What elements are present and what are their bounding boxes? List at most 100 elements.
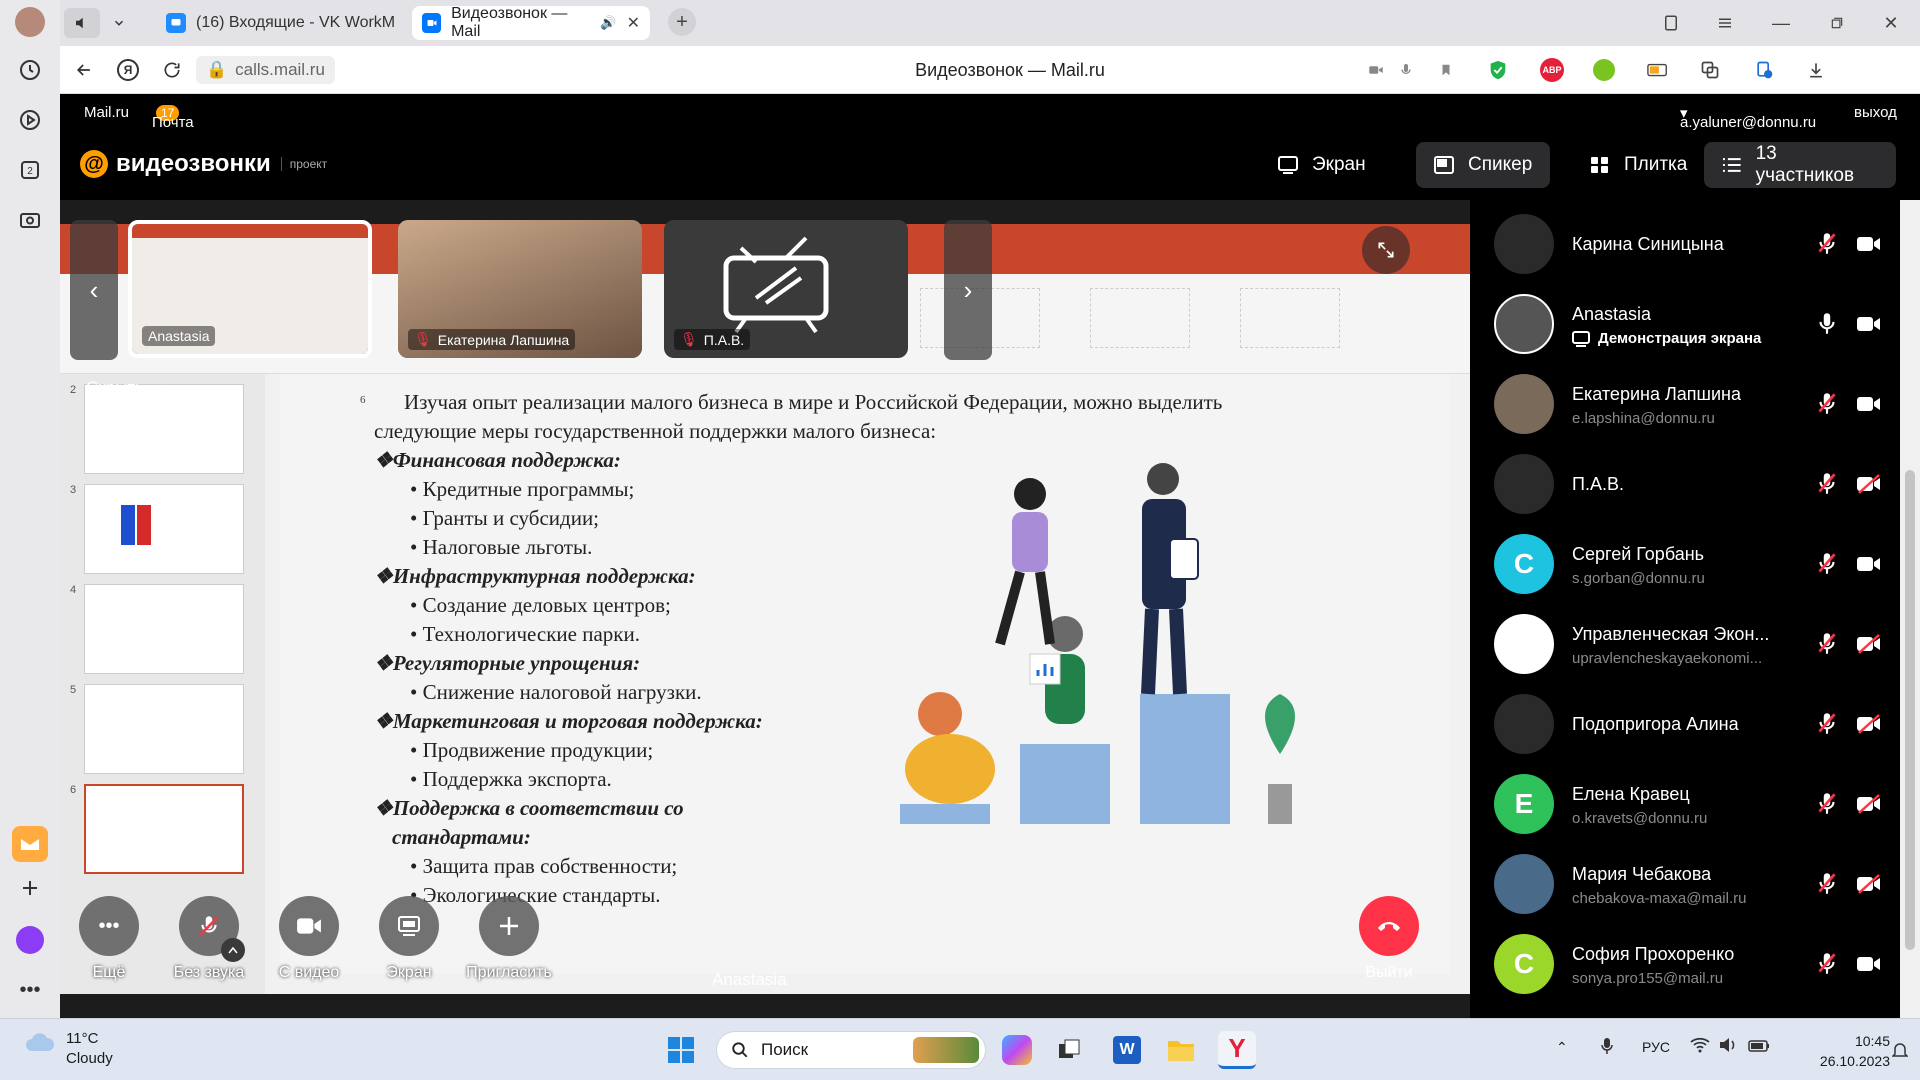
back-icon[interactable] — [70, 56, 98, 84]
tab-vk-workmail[interactable]: (16) Входящие - VK WorkM — [156, 6, 426, 40]
view-screen-button[interactable]: Экран — [1260, 142, 1384, 188]
camera-off-icon[interactable] — [1856, 472, 1882, 496]
camera-icon[interactable] — [1856, 952, 1882, 976]
mic-off-icon[interactable] — [1814, 390, 1840, 418]
yandex-browser-icon[interactable]: Y — [1218, 1031, 1256, 1069]
scrollbar-thumb[interactable] — [1905, 470, 1915, 950]
bookmark-icon[interactable] — [1434, 58, 1458, 82]
volume-icon[interactable] — [1718, 1037, 1738, 1056]
word-app-icon[interactable]: W — [1108, 1031, 1146, 1069]
reload-icon[interactable] — [158, 56, 186, 84]
history-icon[interactable] — [12, 52, 48, 88]
camera-icon[interactable] — [1856, 232, 1882, 256]
camera-off-icon[interactable] — [1856, 792, 1882, 816]
alice-icon[interactable] — [12, 922, 48, 958]
extension-icon[interactable] — [1590, 56, 1618, 84]
participant-row[interactable]: С Сергей Горбань s.gorban@donnu.ru — [1470, 524, 1890, 604]
participant-row[interactable]: Екатерина Лапшина e.lapshina@donnu.ru — [1470, 364, 1890, 444]
start-button[interactable] — [662, 1031, 700, 1069]
hide-strip-button[interactable]: Скрыть — [86, 378, 174, 398]
mail-link[interactable]: Почта 17 — [152, 104, 194, 131]
mic-icon[interactable] — [1814, 310, 1840, 338]
battery-icon[interactable] — [1748, 1039, 1770, 1055]
notifications-icon[interactable] — [1891, 1041, 1909, 1064]
bookmarks-icon[interactable] — [1658, 10, 1684, 36]
tab-videocall[interactable]: Видеозвонок — Mail 🔊 ✕ — [412, 5, 650, 40]
camera-off-icon[interactable] — [1856, 872, 1882, 896]
mic-off-icon[interactable] — [1814, 950, 1840, 978]
close-window-icon[interactable]: ✕ — [1878, 10, 1904, 36]
chevron-down-icon[interactable] — [104, 8, 134, 38]
camera-icon[interactable] — [1856, 312, 1882, 336]
microphone-tray-icon[interactable] — [1600, 1037, 1614, 1058]
download-status-icon[interactable] — [1750, 56, 1778, 84]
fullscreen-button[interactable] — [1362, 226, 1410, 274]
mic-off-icon[interactable] — [1814, 630, 1840, 658]
adblock-icon[interactable]: ABP — [1538, 56, 1566, 84]
task-view-icon[interactable] — [1050, 1031, 1088, 1069]
logout-link[interactable]: выход — [1854, 104, 1897, 121]
camera-off-icon[interactable] — [1856, 712, 1882, 736]
mic-off-icon[interactable] — [1814, 470, 1840, 498]
new-tab-button[interactable]: + — [668, 8, 696, 36]
participant-card[interactable]: Anastasia — [128, 220, 372, 358]
strip-prev-button[interactable]: ‹ — [70, 220, 118, 360]
mic-settings-chevron-icon[interactable] — [221, 938, 245, 962]
audio-playing-icon[interactable]: 🔊 — [600, 15, 616, 31]
minimize-icon[interactable]: — — [1768, 10, 1794, 36]
translate-icon[interactable] — [1696, 56, 1724, 84]
account-menu[interactable]: a.yaluner@donnu.ru ▾ — [1680, 104, 1816, 131]
participant-row[interactable]: Е Елена Кравец o.kravets@donnu.ru — [1470, 764, 1890, 844]
videocalls-logo[interactable]: @ видеозвонки проект — [80, 150, 327, 178]
download-icon[interactable] — [1802, 56, 1830, 84]
mic-off-icon[interactable] — [1814, 230, 1840, 258]
invite-button[interactable]: Пригласить — [464, 896, 554, 982]
mailru-link[interactable]: Mail.ru — [84, 104, 129, 121]
menu-icon[interactable] — [1712, 10, 1738, 36]
microphone-permission-icon[interactable] — [1394, 58, 1418, 82]
wifi-icon[interactable] — [1690, 1037, 1710, 1056]
mic-off-icon[interactable] — [1814, 710, 1840, 738]
participant-row[interactable]: Мария Чебакова chebakova-maxa@mail.ru — [1470, 844, 1890, 924]
camera-icon[interactable] — [1856, 392, 1882, 416]
participant-row[interactable]: Управленческая Экон... upravlencheskayae… — [1470, 604, 1890, 684]
mute-button[interactable]: Без звука — [164, 896, 254, 982]
more-button[interactable]: ••• Ещё — [64, 896, 154, 982]
mic-off-icon[interactable] — [1814, 790, 1840, 818]
camera-icon[interactable] — [1856, 552, 1882, 576]
camera-off-icon[interactable] — [1856, 632, 1882, 656]
leave-call-button[interactable]: Выйти — [1344, 896, 1434, 982]
taskbar-search[interactable]: Поиск — [716, 1031, 986, 1069]
language-indicator[interactable]: РУС — [1642, 1039, 1670, 1055]
view-tile-button[interactable]: Плитка — [1572, 142, 1705, 188]
participant-card[interactable]: 🎙 Екатерина Лапшина — [398, 220, 642, 358]
strip-next-button[interactable]: › — [944, 220, 992, 360]
participant-row[interactable]: Anastasia Демонстрация экрана — [1470, 284, 1890, 364]
mic-off-icon[interactable] — [1814, 870, 1840, 898]
weather-widget[interactable]: 11°C Cloudy — [24, 1029, 113, 1069]
chevron-up-icon[interactable]: ⌃ — [1556, 1039, 1568, 1056]
yandex-icon[interactable]: Я — [114, 56, 142, 84]
close-tab-icon[interactable]: ✕ — [627, 13, 640, 33]
speaker-icon[interactable] — [64, 8, 100, 38]
battery-extension-icon[interactable] — [1644, 56, 1672, 84]
play-icon[interactable] — [12, 102, 48, 138]
participants-scrollbar[interactable] — [1900, 200, 1920, 1018]
participant-row[interactable]: С София Прохоренко sonya.pro155@mail.ru — [1470, 924, 1890, 1004]
file-explorer-icon[interactable] — [1162, 1031, 1200, 1069]
video-button[interactable]: С видео — [264, 896, 354, 982]
url-field[interactable]: 🔒 calls.mail.ru — [196, 56, 335, 84]
copilot-icon[interactable] — [998, 1031, 1036, 1069]
camera-permission-icon[interactable] — [1364, 58, 1388, 82]
protect-icon[interactable] — [1484, 56, 1512, 84]
system-clock[interactable]: 10:45 26.10.2023 — [1790, 1031, 1890, 1071]
participant-card[interactable]: 🎙 П.А.В. — [664, 220, 908, 358]
participant-row[interactable]: Подопригора Алина — [1470, 684, 1890, 764]
restore-icon[interactable] — [1824, 10, 1850, 36]
screenshot-icon[interactable] — [12, 202, 48, 238]
profile-avatar[interactable] — [12, 4, 48, 40]
participant-row[interactable]: П.А.В. — [1470, 444, 1890, 524]
participant-row[interactable]: Карина Синицына — [1470, 204, 1890, 284]
mic-off-icon[interactable] — [1814, 550, 1840, 578]
mail-app-icon[interactable] — [12, 826, 48, 862]
